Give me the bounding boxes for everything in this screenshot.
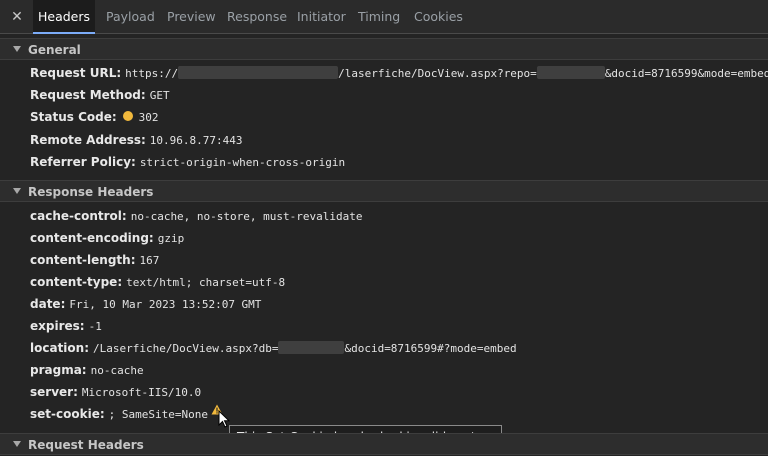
header-row-expires: expires: -1 — [30, 317, 102, 335]
header-value[interactable]: no-cache — [91, 364, 144, 377]
header-row-content-encoding: content-encoding: gzip — [30, 229, 184, 247]
status-dot-icon — [122, 111, 133, 121]
header-name: cache-control: — [30, 209, 127, 223]
header-row-pragma: pragma: no-cache — [30, 361, 144, 379]
redacted-block — [278, 341, 345, 354]
header-value[interactable]: /Laserfiche/DocView.aspx?db= &docid=87165… — [93, 341, 517, 355]
header-value[interactable]: no-cache, no-store, must-revalidate — [131, 210, 363, 223]
redacted-block — [178, 66, 339, 79]
header-value[interactable]: 10.96.8.77:443 — [150, 134, 243, 147]
header-row-set-cookie: set-cookie: ; SameSite=None — [30, 405, 208, 423]
tab-cookies[interactable]: Cookies — [414, 0, 463, 34]
header-name: server: — [30, 385, 78, 399]
section-general[interactable]: General — [0, 38, 768, 60]
header-row-remote-address: Remote Address: 10.96.8.77:443 — [30, 131, 243, 149]
header-name: Referrer Policy: — [30, 155, 136, 169]
header-value[interactable]: GET — [150, 89, 170, 102]
header-name: Status Code: — [30, 110, 117, 124]
header-row-referrer-policy: Referrer Policy: strict-origin-when-cross… — [30, 153, 345, 171]
section-title: Request Headers — [28, 438, 144, 452]
header-value[interactable]: ; SameSite=None — [109, 408, 208, 421]
header-row-request-method: Request Method: GET — [30, 86, 170, 104]
tab-bar: ✕ Headers Payload Preview Response Initi… — [0, 0, 768, 34]
tab-payload[interactable]: Payload — [106, 0, 155, 34]
header-name: expires: — [30, 319, 85, 333]
close-icon[interactable]: ✕ — [9, 9, 25, 25]
tab-timing[interactable]: Timing — [358, 0, 400, 34]
header-name: Remote Address: — [30, 133, 146, 147]
tab-headers[interactable]: Headers — [33, 0, 95, 34]
tab-preview[interactable]: Preview — [167, 0, 216, 34]
header-row-request-url: Request URL: https:///laserfiche/DocView.… — [30, 64, 768, 82]
header-value[interactable]: gzip — [158, 232, 185, 245]
header-name: set-cookie: — [30, 407, 105, 421]
header-name: Request URL: — [30, 66, 122, 80]
header-name: content-type: — [30, 275, 123, 289]
redacted-block — [536, 66, 605, 79]
header-row-status-code: Status Code: 302 — [30, 108, 159, 126]
section-title: General — [28, 43, 81, 57]
header-row-cache-control: cache-control: no-cache, no-store, must-r… — [30, 207, 363, 225]
header-name: pragma: — [30, 363, 87, 377]
section-response-headers[interactable]: Response Headers — [0, 180, 768, 202]
header-name: content-encoding: — [30, 231, 154, 245]
section-request-headers[interactable]: Request Headers — [0, 433, 768, 455]
header-row-date: date: Fri, 10 Mar 2023 13:52:07 GMT — [30, 295, 261, 313]
collapse-triangle-icon[interactable] — [13, 188, 21, 194]
header-value[interactable]: strict-origin-when-cross-origin — [140, 156, 345, 169]
section-title: Response Headers — [28, 185, 154, 199]
header-value[interactable]: text/html; charset=utf-8 — [126, 276, 285, 289]
collapse-triangle-icon[interactable] — [13, 46, 21, 52]
header-value[interactable]: Microsoft-IIS/10.0 — [82, 386, 201, 399]
header-row-content-length: content-length: 167 — [30, 251, 159, 269]
header-value[interactable]: https:///laserfiche/DocView.aspx?repo= &d… — [125, 66, 768, 80]
tab-initiator[interactable]: Initiator — [297, 0, 346, 34]
header-value[interactable]: Fri, 10 Mar 2023 13:52:07 GMT — [69, 298, 261, 311]
collapse-triangle-icon[interactable] — [13, 441, 21, 447]
header-name: location: — [30, 341, 90, 355]
tab-response[interactable]: Response — [227, 0, 287, 34]
header-value[interactable]: -1 — [89, 320, 102, 333]
header-row-location: location:/Laserfiche/DocView.aspx?db= &do… — [30, 339, 517, 357]
header-name: date: — [30, 297, 66, 311]
header-row-server: server: Microsoft-IIS/10.0 — [30, 383, 201, 401]
header-name: content-length: — [30, 253, 136, 267]
header-row-content-type: content-type: text/html; charset=utf-8 — [30, 273, 285, 291]
header-name: Request Method: — [30, 88, 146, 102]
header-value[interactable]: 167 — [140, 254, 160, 267]
header-value[interactable]: 302 — [139, 111, 159, 124]
